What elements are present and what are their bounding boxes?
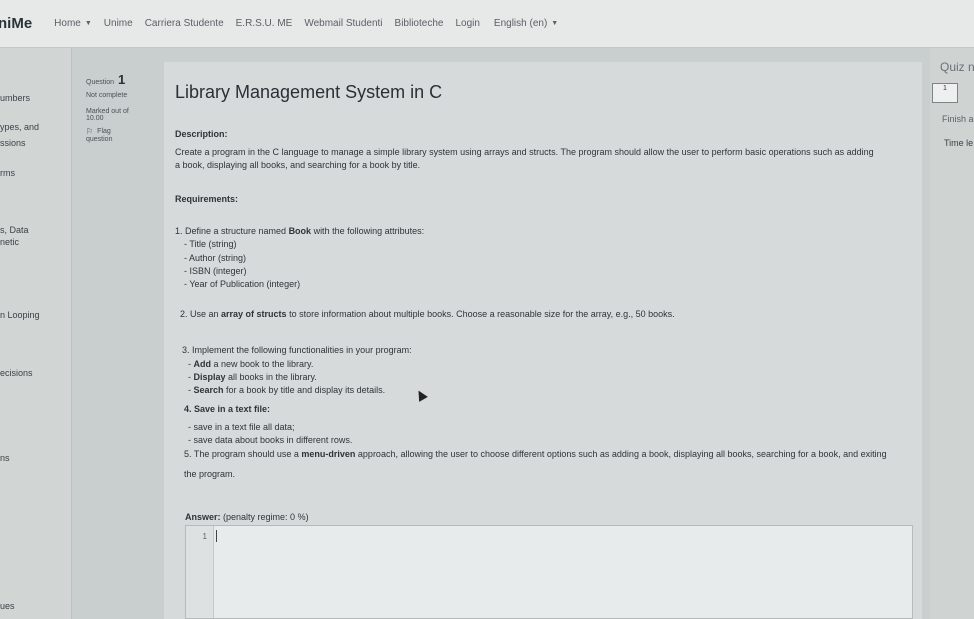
sidebar-item[interactable]: ssions (0, 138, 26, 148)
course-sidebar: umbers ypes, and ssions rms s, Data neti… (0, 48, 72, 619)
question-number: 1 (118, 72, 126, 87)
description-line: a book, displaying all books, and search… (175, 160, 421, 170)
marked-out-label: Marked out of (86, 108, 129, 115)
nav-webmail[interactable]: Webmail Studenti (304, 18, 382, 29)
sidebar-item[interactable]: ypes, and (0, 122, 39, 132)
function-item: - Add a new book to the library. (188, 359, 314, 369)
quiz-nav-question-button[interactable]: 1 (932, 83, 958, 103)
answer-label: Answer: (penalty regime: 0 %) (185, 512, 309, 522)
nav-ersu[interactable]: E.R.S.U. ME (236, 18, 293, 29)
quiz-navigation-panel (930, 48, 974, 619)
language-selector[interactable]: English (en) ▼ (494, 18, 558, 29)
sidebar-item[interactable]: ues (0, 601, 15, 611)
sidebar-item[interactable]: netic (0, 237, 19, 247)
sidebar-item[interactable]: rms (0, 168, 15, 178)
nav-login[interactable]: Login (455, 18, 479, 29)
nav-unime[interactable]: Unime (104, 18, 133, 29)
nav-home[interactable]: Home ▼ (54, 18, 92, 29)
requirement-3: 3. Implement the following functionaliti… (182, 345, 412, 355)
attribute-item: - Year of Publication (integer) (184, 279, 301, 289)
attribute-item: - Author (string) (184, 253, 247, 263)
save-item: - save data about books in different row… (188, 435, 353, 445)
question-status: Not complete (86, 92, 128, 99)
requirement-2: 2. Use an array of structs to store info… (180, 309, 675, 319)
save-item: - save in a text file all data; (188, 422, 295, 432)
quiz-navigation-title: Quiz n (940, 60, 974, 74)
line-number-gutter: 1 (186, 526, 214, 618)
time-left-label: Time le (944, 138, 974, 148)
attribute-item: - Title (string) (184, 239, 237, 249)
nav-carriera-studente[interactable]: Carriera Studente (145, 18, 224, 29)
requirement-4: 4. Save in a text file: (184, 404, 271, 414)
question-info: Question 1 Not complete Marked out of 10.… (86, 72, 158, 164)
text-cursor (216, 530, 217, 542)
sidebar-item[interactable]: ns (0, 453, 10, 463)
sidebar-item[interactable]: s, Data (0, 225, 29, 235)
function-item: - Display all books in the library. (188, 372, 317, 382)
question-label: Question (86, 79, 115, 86)
question-title: Library Management System in C (175, 82, 443, 102)
code-editor[interactable]: 1 (185, 525, 913, 619)
marked-out-value: 10.00 (86, 115, 104, 122)
requirement-5-line2: the program. (184, 469, 236, 479)
requirement-1: 1. Define a structure named Book with th… (175, 226, 425, 236)
description-heading: Description: (175, 129, 228, 139)
chevron-down-icon: ▼ (84, 20, 92, 27)
finish-attempt-link[interactable]: Finish a (942, 114, 974, 124)
sidebar-item[interactable]: n Looping (0, 310, 40, 320)
requirement-5: 5. The program should use a menu-driven … (184, 449, 887, 459)
requirements-heading: Requirements: (175, 194, 239, 204)
flag-icon: ⚐ (86, 127, 94, 136)
top-navbar: niMe Home ▼ Unime Carriera Studente E.R.S… (0, 0, 974, 48)
nav-biblioteche[interactable]: Biblioteche (395, 18, 444, 29)
description-line: Create a program in the C language to ma… (175, 147, 874, 157)
flag-question-button[interactable]: ⚐ Flag (86, 127, 158, 136)
sidebar-item[interactable]: umbers (0, 93, 30, 103)
flag-question-suffix: question (86, 136, 113, 143)
chevron-down-icon: ▼ (551, 20, 559, 27)
function-item: - Search for a book by title and display… (188, 385, 386, 395)
site-brand[interactable]: niMe (0, 15, 32, 32)
sidebar-item[interactable]: ecisions (0, 368, 33, 378)
attribute-item: - ISBN (integer) (184, 266, 247, 276)
